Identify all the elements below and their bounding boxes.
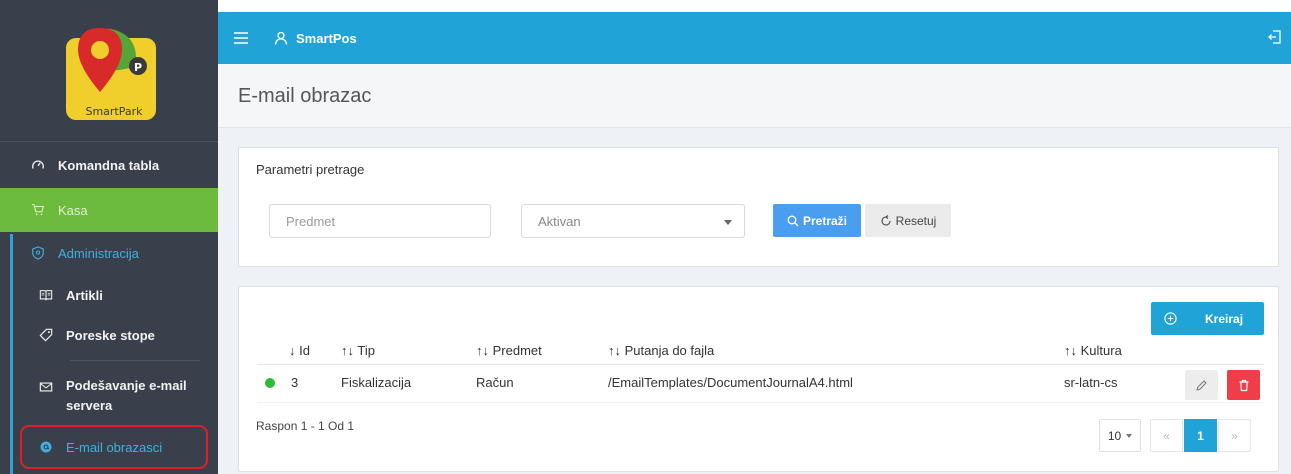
logo-area[interactable]: P SmartPark — [0, 0, 218, 142]
chevron-down-icon — [1126, 433, 1133, 438]
page-header: E-mail obrazac — [218, 64, 1291, 128]
cell-kultura: sr-latn-cs — [1064, 375, 1118, 390]
topbar-gap — [218, 0, 1291, 12]
column-header-tip[interactable]: ↑↓ Tip — [341, 343, 375, 358]
page-size-value: 10 — [1107, 428, 1122, 443]
pagination-next[interactable]: » — [1218, 419, 1251, 452]
search-button[interactable]: Pretraži — [773, 204, 861, 237]
delete-button[interactable] — [1227, 370, 1260, 400]
aktivan-selected-value: Aktivan — [538, 213, 581, 229]
sidebar-item-label: Poreske stope — [66, 327, 155, 343]
sidebar-item-label: Administracija — [58, 245, 139, 261]
table-card: Kreiraj ↓ Id ↑↓ Tip ↑↓ Predmet ↑↓ Putanj… — [238, 286, 1279, 472]
cart-icon — [30, 202, 46, 218]
smartpark-logo: P SmartPark — [66, 28, 156, 120]
column-header-predmet[interactable]: ↑↓ Predmet — [476, 343, 542, 358]
tag-icon — [38, 327, 54, 343]
edit-button[interactable] — [1185, 370, 1218, 400]
sidebar-item-artikli[interactable]: Artikli — [0, 280, 218, 310]
dashboard-gauge-icon — [30, 157, 46, 173]
sidebar-item-label: Kasa — [58, 202, 88, 218]
logo-badge: P — [134, 61, 142, 74]
column-header-id[interactable]: ↓ Id — [289, 343, 310, 358]
create-button-label: Kreiraj — [1205, 311, 1244, 326]
user-icon[interactable] — [274, 31, 288, 45]
sidebar-item-poreske-stope[interactable]: Poreske stope — [0, 320, 218, 350]
create-button[interactable]: Kreiraj — [1151, 302, 1264, 335]
pagination-page-1[interactable]: 1 — [1184, 419, 1217, 452]
search-button-label: Pretraži — [802, 213, 848, 228]
cell-id: 3 — [291, 375, 299, 390]
sidebar-item-label: Artikli — [66, 287, 103, 303]
status-active-indicator — [265, 378, 275, 388]
sidebar-item-label: Podešavanje e-mail servera — [66, 378, 187, 413]
shield-icon — [30, 245, 46, 261]
search-card-title: Parametri pretrage — [256, 162, 365, 177]
logo-text: SmartPark — [85, 105, 143, 118]
aktivan-select[interactable]: Aktivan — [521, 204, 745, 238]
predmet-input[interactable]: Predmet — [269, 204, 491, 238]
column-header-putanja[interactable]: ↑↓ Putanja do fajla — [608, 343, 714, 358]
reset-button[interactable]: Resetuj — [865, 204, 951, 237]
reset-button-label: Resetuj — [895, 213, 937, 228]
cell-predmet: Račun — [476, 375, 514, 390]
app-title[interactable]: SmartPos — [296, 31, 357, 46]
range-text: Raspon 1 - 1 Od 1 — [256, 419, 355, 433]
pencil-icon — [1196, 379, 1207, 391]
table-header-divider — [257, 364, 1264, 365]
sidebar-item-label: Komandna tabla — [58, 157, 160, 173]
plus-circle-icon — [1151, 312, 1189, 325]
predmet-placeholder: Predmet — [286, 213, 336, 229]
sidebar-item-kasa[interactable]: Kasa — [0, 188, 218, 232]
sidebar-item-administracija[interactable]: Administracija — [0, 234, 218, 272]
sidebar-divider — [70, 360, 200, 361]
page-title: E-mail obrazac — [238, 85, 372, 107]
pagination-prev[interactable]: « — [1150, 419, 1183, 452]
table-row-divider — [257, 402, 1264, 403]
sidebar-item-podesavanje-email-servera[interactable]: Podešavanje e-mail servera — [0, 370, 218, 420]
highlight-annotation — [20, 425, 208, 469]
cell-tip: Fiskalizacija — [341, 375, 412, 390]
logout-icon[interactable] — [1267, 29, 1283, 45]
column-header-kultura[interactable]: ↑↓ Kultura — [1064, 343, 1122, 358]
search-card: Parametri pretrage Predmet Aktivan Pretr… — [238, 147, 1279, 267]
chevron-down-icon — [724, 220, 732, 225]
menu-toggle-icon[interactable] — [234, 31, 248, 45]
cell-putanja: /EmailTemplates/DocumentJournalA4.html — [608, 375, 853, 390]
refresh-icon — [881, 214, 891, 226]
topbar: SmartPos — [218, 12, 1291, 64]
book-icon — [38, 287, 54, 303]
envelope-icon — [38, 379, 54, 395]
trash-icon — [1239, 379, 1248, 391]
page-size-select[interactable]: 10 — [1099, 419, 1141, 452]
search-icon — [787, 215, 799, 226]
sidebar-item-komandna-tabla[interactable]: Komandna tabla — [0, 148, 218, 182]
